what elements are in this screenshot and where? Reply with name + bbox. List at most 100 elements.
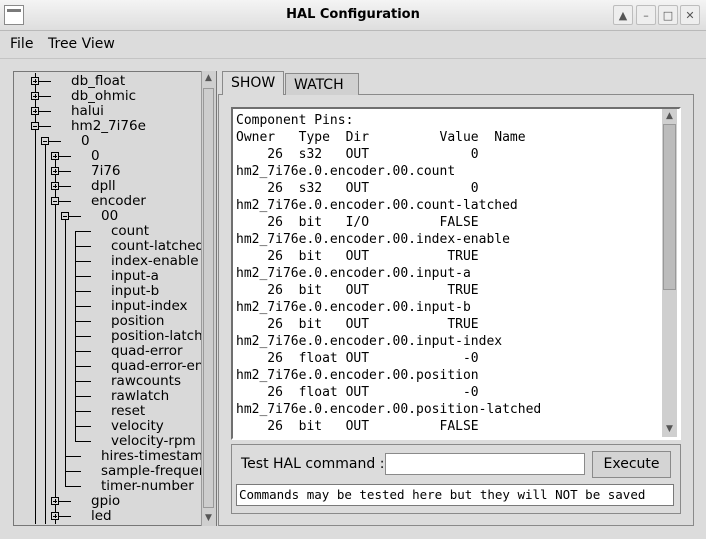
tree-connector-line (75, 246, 91, 247)
tree-item[interactable]: dpll (91, 179, 116, 194)
command-label: Test HAL command : (241, 456, 385, 472)
scroll-up-icon[interactable]: ▲ (664, 111, 675, 122)
command-input[interactable] (385, 453, 585, 475)
output-scroll-thumb[interactable] (663, 124, 676, 290)
tree-scroll-thumb[interactable] (203, 88, 214, 508)
expand-icon[interactable] (51, 152, 59, 160)
expand-icon[interactable] (51, 182, 59, 190)
collapse-icon[interactable] (61, 212, 69, 220)
output-line: hm2_7i76e.0.encoder.00.count (236, 164, 456, 179)
tree-connector-line (75, 426, 91, 427)
tree-connector-line (65, 471, 66, 486)
tree-connector-line (65, 456, 66, 471)
collapse-icon[interactable] (41, 137, 49, 145)
expand-icon[interactable] (51, 167, 59, 175)
tree-item[interactable]: rawcounts (111, 374, 181, 389)
tree-item[interactable]: 7i76 (91, 164, 121, 179)
tree-item[interactable]: rawlatch (111, 389, 169, 404)
output-line: hm2_7i76e.0.encoder.00.position-latched (236, 402, 542, 417)
tree-connector-line (75, 231, 91, 232)
tree-connector-line (75, 321, 91, 322)
output-line: hm2_7i76e.0.encoder.00.index-enable (236, 232, 510, 247)
tree-connector-line (65, 216, 66, 456)
tree-connector-line (75, 321, 76, 336)
tree-item[interactable]: hires-timestamp (101, 449, 203, 464)
expand-icon[interactable] (31, 92, 39, 100)
tree-connector-line (45, 141, 46, 524)
tree-item[interactable]: quad-error (111, 344, 183, 359)
tree-connector-line (75, 411, 91, 412)
tree-connector-line (65, 471, 81, 472)
minimize-icon[interactable]: – (636, 5, 656, 25)
scroll-down-icon[interactable]: ▼ (664, 424, 675, 435)
tree-connector-line (75, 261, 91, 262)
tree-item[interactable]: velocity (111, 419, 164, 434)
tree-item[interactable]: quad-error-enable (111, 359, 203, 374)
output-line: 26 float OUT -0 (236, 351, 479, 366)
tree-connector-line (75, 351, 91, 352)
close-icon[interactable]: ✕ (680, 5, 700, 25)
maximize-icon[interactable]: □ (658, 5, 678, 25)
output-line: hm2_7i76e.0.encoder.00.input-index (236, 334, 503, 349)
tree-item[interactable]: db_ohmic (71, 89, 136, 104)
tree-item[interactable]: input-a (111, 269, 159, 284)
title-bar: HAL Configuration ▲ – □ ✕ (0, 0, 706, 31)
tree-item[interactable]: 0 (91, 149, 100, 164)
tree-item[interactable]: led (91, 509, 112, 524)
tree-item[interactable]: index-enable (111, 254, 199, 269)
tree-item[interactable]: sample-frequency (101, 464, 203, 479)
shade-icon[interactable]: ▲ (613, 5, 633, 25)
tree-item[interactable]: timer-number (101, 479, 194, 494)
menu-file[interactable]: File (10, 36, 33, 52)
scroll-up-icon[interactable]: ▲ (203, 73, 214, 84)
tab-show[interactable]: SHOW (222, 71, 284, 95)
tree-connector-line (75, 411, 76, 426)
tree-connector-line (75, 291, 76, 306)
output-line: hm2_7i76e.0.encoder.00.input-b (236, 300, 471, 315)
tree-item[interactable]: db_float (71, 74, 125, 89)
tree-item[interactable]: halui (71, 104, 104, 119)
tree-item[interactable]: count (111, 224, 149, 239)
output-line: 26 bit OUT TRUE (236, 283, 479, 298)
tree-connector-line (35, 126, 36, 524)
expand-icon[interactable] (31, 107, 39, 115)
tree-connector-line (75, 366, 76, 381)
tree-connector-line (75, 306, 91, 307)
hal-tree[interactable]: db_float db_ohmic halui hm2_7i76e 0 0 7i76 dpll… (15, 73, 203, 524)
tree-item[interactable]: gpio (91, 494, 120, 509)
status-message: Commands may be tested here but they wil… (236, 484, 674, 506)
tree-connector-line (75, 336, 76, 351)
tree-item[interactable]: encoder (91, 194, 146, 209)
menu-tree-view[interactable]: Tree View (48, 36, 115, 52)
tree-item[interactable]: hm2_7i76e (71, 119, 146, 134)
tree-item[interactable]: 0 (81, 134, 90, 149)
tree-item[interactable]: input-index (111, 299, 188, 314)
tab-watch[interactable]: WATCH (285, 73, 359, 95)
tree-item[interactable]: reset (111, 404, 145, 419)
tree-connector-line (75, 426, 76, 441)
tree-connector-line (75, 381, 91, 382)
output-line: hm2_7i76e.0.encoder.00.count-latched (236, 198, 518, 213)
scroll-down-icon[interactable]: ▼ (203, 513, 214, 524)
tree-item[interactable]: position (111, 314, 164, 329)
tree-item[interactable]: 00 (101, 209, 118, 224)
tree-connector-line (55, 201, 56, 501)
output-line: Owner Type Dir Value Name (236, 130, 526, 145)
output-text-area[interactable]: Component Pins: Owner Type Dir Value Name… (231, 107, 681, 440)
expand-icon[interactable] (51, 512, 59, 520)
expand-icon[interactable] (51, 497, 59, 505)
collapse-icon[interactable] (51, 197, 59, 205)
output-line: Component Pins: (236, 113, 354, 128)
expand-icon[interactable] (31, 77, 39, 85)
tree-connector-line (75, 336, 91, 337)
collapse-icon[interactable] (31, 122, 39, 130)
tree-item[interactable]: input-b (111, 284, 159, 299)
tree-item[interactable]: velocity-rpm (111, 434, 196, 449)
tree-item[interactable]: count-latched (111, 239, 203, 254)
tree-connector-line (75, 276, 76, 291)
tree-connector-line (75, 351, 76, 366)
output-line: 26 s32 OUT 0 (236, 147, 479, 162)
execute-button[interactable]: Execute (592, 451, 671, 478)
tree-item[interactable]: position-latched (111, 329, 203, 344)
output-line: 26 bit OUT TRUE (236, 317, 479, 332)
